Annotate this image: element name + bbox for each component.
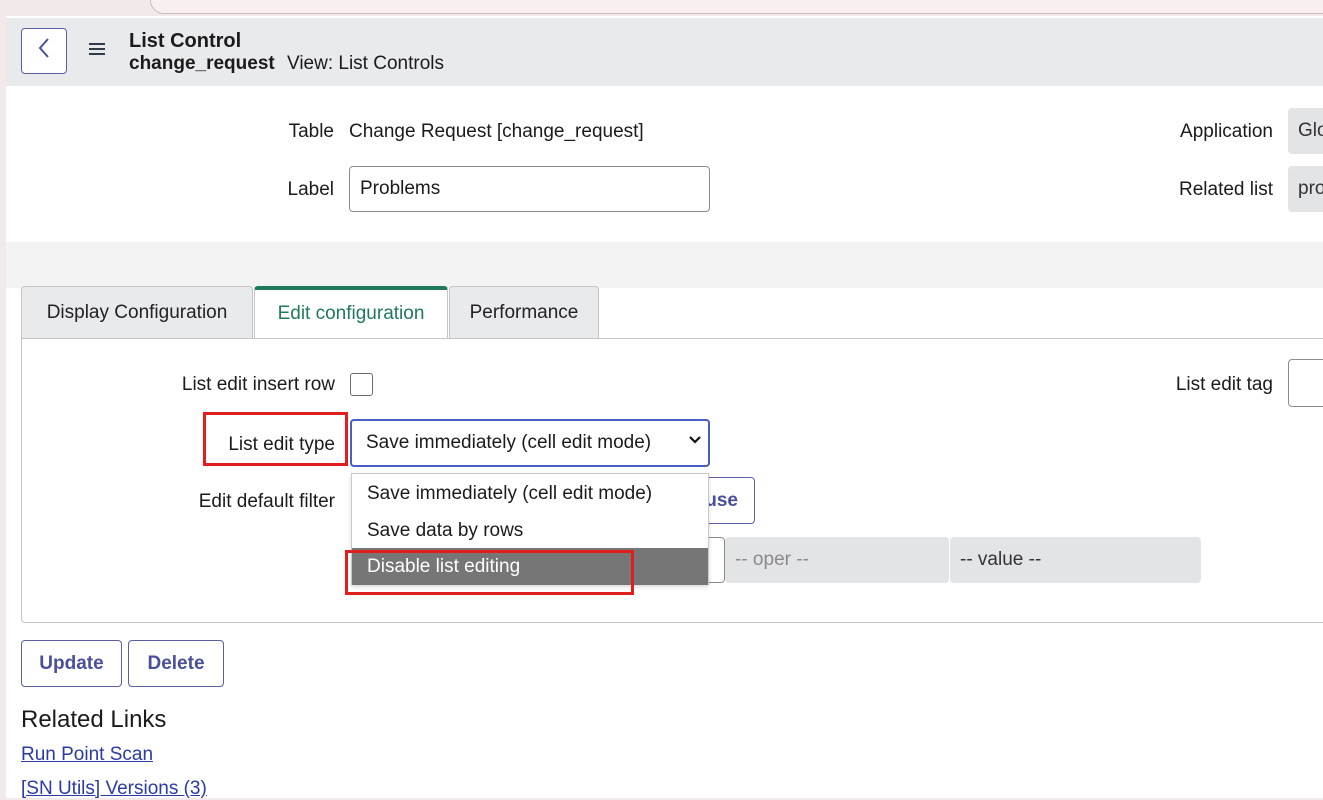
tab-label: Edit configuration	[277, 303, 425, 324]
disable-option-highlight	[345, 550, 634, 595]
label-label: Label	[287, 179, 335, 200]
option-save-by-rows[interactable]: Save data by rows	[352, 512, 708, 549]
link-run-point-scan[interactable]: Run Point Scan	[21, 744, 153, 766]
browser-address-bar[interactable]	[150, 0, 1323, 14]
hamburger-menu-icon[interactable]	[88, 39, 108, 63]
related-list-value: pro	[1298, 178, 1323, 199]
filter-oper-placeholder: -- oper --	[735, 549, 809, 570]
filter-value-placeholder: -- value --	[960, 549, 1042, 570]
tab-display-configuration[interactable]: Display Configuration	[21, 286, 253, 338]
chevron-down-icon	[688, 432, 702, 450]
application-value: Glo	[1298, 120, 1323, 141]
related-list-label: Related list	[1179, 179, 1273, 200]
default-filter-label: Edit default filter	[198, 491, 335, 512]
section-separator	[6, 242, 1323, 288]
chevron-left-icon	[37, 37, 51, 65]
back-button[interactable]	[21, 28, 67, 74]
option-save-immediately[interactable]: Save immediately (cell edit mode)	[352, 475, 708, 512]
form-top-section	[6, 86, 1323, 242]
edit-type-select[interactable]: Save immediately (cell edit mode)	[350, 419, 710, 467]
application-field[interactable]: Glo	[1288, 108, 1323, 154]
edit-tag-label: List edit tag	[1175, 374, 1273, 395]
edit-tag-input[interactable]	[1288, 359, 1323, 407]
delete-button[interactable]: Delete	[128, 640, 224, 687]
related-links-heading: Related Links	[21, 706, 167, 733]
page-title: List Control	[129, 30, 242, 52]
link-sn-utils-versions[interactable]: [SN Utils] Versions (3)	[21, 778, 207, 800]
delete-label: Delete	[147, 652, 205, 674]
view-label: View: List Controls	[287, 53, 444, 74]
related-list-field[interactable]: pro	[1288, 166, 1323, 212]
table-label: Table	[288, 121, 334, 142]
insert-row-checkbox[interactable]	[350, 373, 373, 396]
record-name: change_request	[129, 53, 275, 74]
update-label: Update	[39, 652, 104, 674]
tab-label: Performance	[469, 301, 579, 323]
insert-row-label: List edit insert row	[181, 374, 335, 395]
filter-action-label: use	[705, 489, 738, 511]
update-button[interactable]: Update	[21, 640, 122, 687]
label-input[interactable]: Problems	[349, 166, 710, 212]
edit-type-selected-value: Save immediately (cell edit mode)	[366, 432, 652, 453]
edit-type-label-highlight	[203, 412, 348, 466]
application-label: Application	[1180, 121, 1273, 142]
filter-value-select[interactable]: -- value --	[950, 537, 1201, 583]
tab-edit-configuration[interactable]: Edit configuration	[254, 286, 448, 338]
tab-performance[interactable]: Performance	[449, 286, 599, 338]
table-value: Change Request [change_request]	[349, 121, 644, 142]
tab-label: Display Configuration	[46, 301, 228, 323]
filter-oper-select[interactable]: -- oper --	[725, 537, 949, 583]
